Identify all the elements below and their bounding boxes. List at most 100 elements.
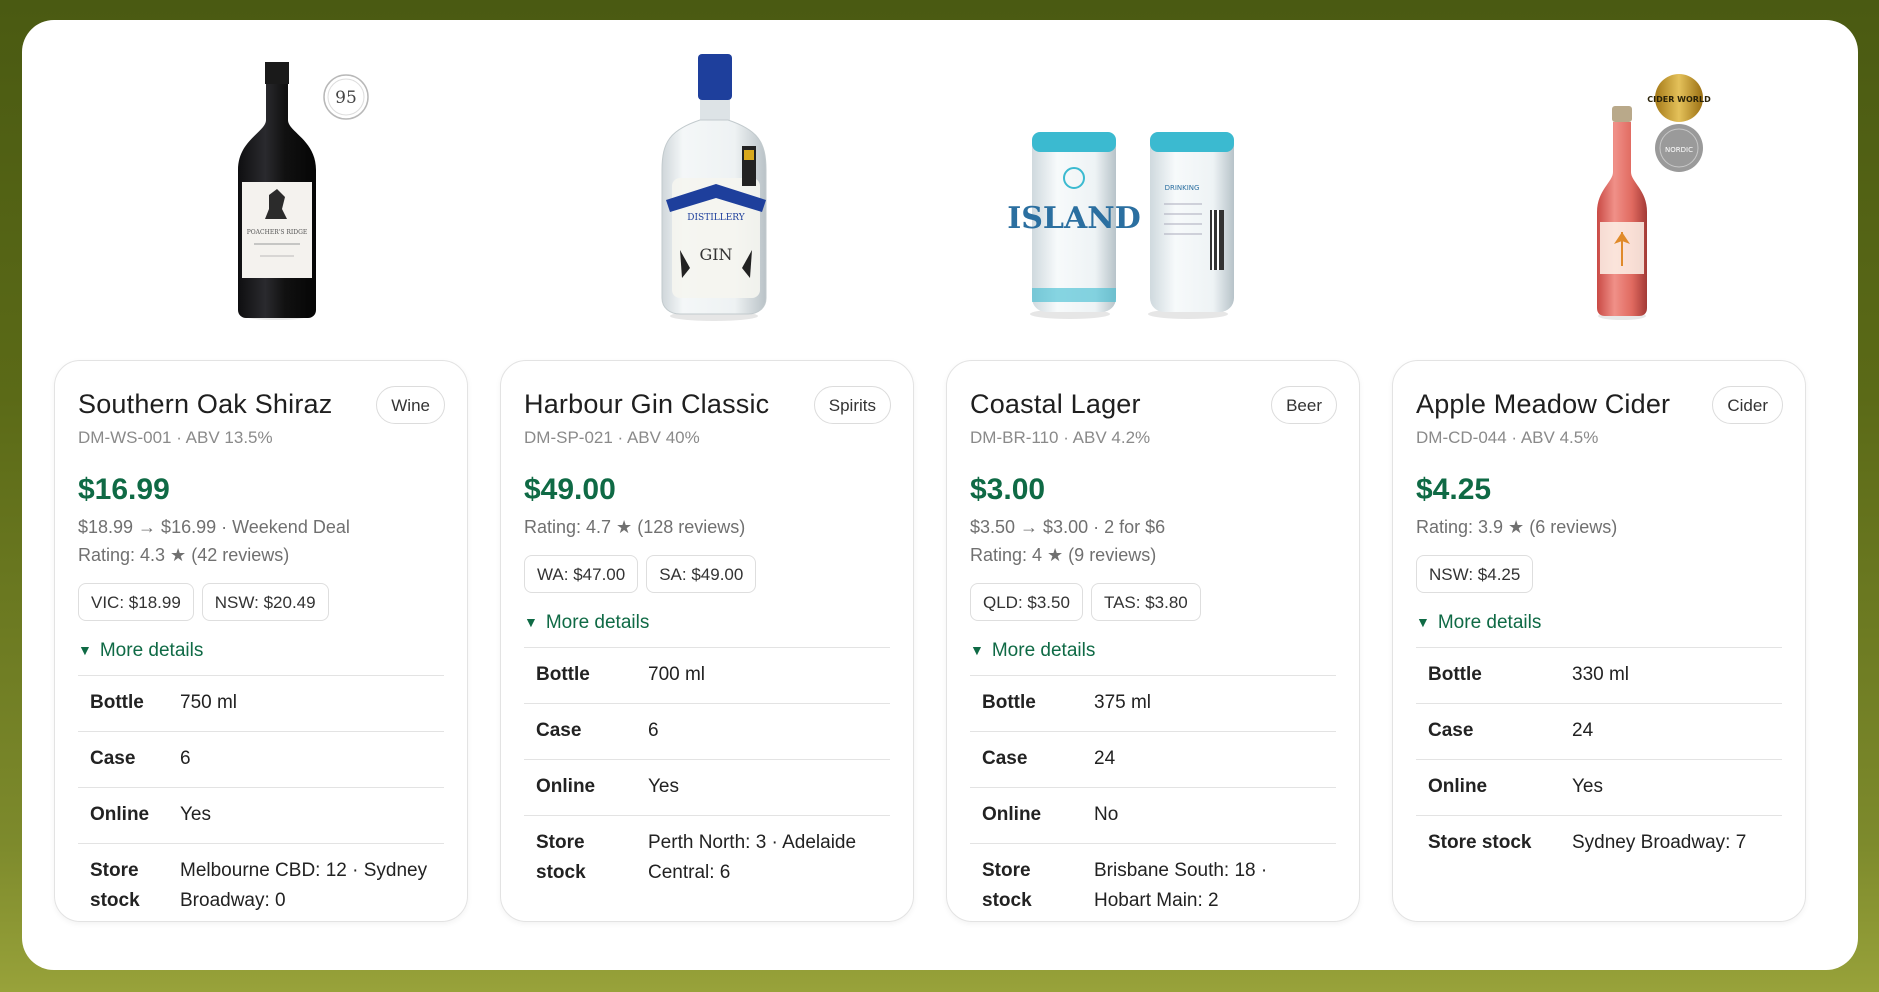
sku-abv: DM-CD-044 · ABV 4.5% bbox=[1416, 428, 1599, 447]
more-details-label: More details bbox=[99, 640, 204, 661]
table-row: Online Yes bbox=[1416, 759, 1782, 816]
spec-key: Bottle bbox=[524, 647, 636, 704]
spec-key: Case bbox=[78, 731, 168, 788]
table-row: Bottle 330 ml bbox=[1416, 647, 1782, 704]
product-image-spirits[interactable]: DISTILLERY GIN bbox=[500, 20, 916, 360]
state-price-chip[interactable]: TAS: $3.80 bbox=[1090, 583, 1201, 621]
triangle-down-icon: ▼ bbox=[524, 614, 538, 630]
spec-value: 6 bbox=[168, 731, 444, 788]
details-table: Bottle 750 ml Case 6 Online Yes Store stock… bbox=[78, 675, 444, 929]
state-price-chip[interactable]: SA: $49.00 bbox=[646, 555, 757, 593]
product-image-cider[interactable]: CIDER WORLD NORDIC bbox=[1392, 20, 1808, 360]
product-card-spirits: Harbour Gin Classic Spirits DM-SP-021 · … bbox=[500, 360, 914, 922]
more-details-toggle[interactable]: ▼ More details bbox=[1416, 612, 1541, 634]
spec-key: Bottle bbox=[78, 675, 168, 732]
spec-key: Online bbox=[78, 787, 168, 844]
spec-value: Melbourne CBD: 12 · Sydney Broadway: 0 bbox=[168, 843, 444, 929]
triangle-down-icon: ▼ bbox=[1416, 614, 1430, 630]
wine-label-text: POACHER'S RIDGE bbox=[247, 229, 308, 236]
triangle-down-icon: ▼ bbox=[970, 642, 984, 658]
product-name: Harbour Gin Classic bbox=[524, 389, 770, 419]
award-badge-silver: NORDIC bbox=[1665, 146, 1693, 154]
spec-key: Case bbox=[524, 703, 636, 760]
spec-value: Perth North: 3 · Adelaide Central: 6 bbox=[636, 815, 890, 901]
spec-key: Case bbox=[1416, 703, 1560, 760]
more-details-label: More details bbox=[1437, 612, 1542, 633]
table-row: Bottle 375 ml bbox=[970, 675, 1336, 732]
table-row: Online Yes bbox=[78, 787, 444, 844]
details-table: Bottle 330 ml Case 24 Online Yes Store stoc… bbox=[1416, 647, 1782, 871]
rating-text: Rating: 4 ★ (9 reviews) bbox=[970, 545, 1157, 565]
product-image-beer[interactable]: ISLAND DRINKING bbox=[946, 20, 1362, 360]
table-row: Case 24 bbox=[970, 731, 1336, 788]
product-card-wine: Southern Oak Shiraz Wine DM-WS-001 · ABV… bbox=[54, 360, 468, 929]
spec-key: Bottle bbox=[970, 675, 1082, 732]
spec-key: Online bbox=[1416, 759, 1560, 816]
spec-value: Yes bbox=[636, 759, 890, 816]
deal-text: $3.50 → $3.00 · 2 for $6 bbox=[970, 517, 1166, 537]
spec-value: 24 bbox=[1082, 731, 1336, 788]
category-tag[interactable]: Beer bbox=[1271, 386, 1337, 424]
more-details-label: More details bbox=[545, 612, 650, 633]
spec-value: Brisbane South: 18 · Hobart Main: 2 bbox=[1082, 843, 1336, 929]
spec-value: 375 ml bbox=[1082, 675, 1336, 732]
price: $3.00 bbox=[970, 473, 1046, 506]
spec-value: 6 bbox=[636, 703, 890, 760]
state-price-chip[interactable]: QLD: $3.50 bbox=[970, 583, 1083, 621]
spec-key: Store stock bbox=[970, 843, 1082, 929]
state-prices: QLD: $3.50 TAS: $3.80 bbox=[970, 583, 1201, 621]
triangle-down-icon: ▼ bbox=[78, 642, 92, 658]
award-badge-gold: CIDER WORLD bbox=[1647, 95, 1711, 104]
state-price-chip[interactable]: VIC: $18.99 bbox=[78, 583, 194, 621]
table-row: Store stock Melbourne CBD: 12 · Sydney Br… bbox=[78, 843, 444, 929]
state-price-chip[interactable]: WA: $47.00 bbox=[524, 555, 639, 593]
category-tag[interactable]: Wine bbox=[376, 386, 445, 424]
table-row: Store stock Sydney Broadway: 7 bbox=[1416, 815, 1782, 871]
more-details-toggle[interactable]: ▼ More details bbox=[78, 640, 203, 662]
category-tag[interactable]: Cider bbox=[1712, 386, 1783, 424]
spec-key: Store stock bbox=[78, 843, 168, 929]
table-row: Online No bbox=[970, 787, 1336, 844]
state-price-chip[interactable]: NSW: $4.25 bbox=[1416, 555, 1534, 593]
product-panel: POACHER'S RIDGE 95 Southern Oak Shiraz W… bbox=[22, 20, 1858, 970]
table-row: Online Yes bbox=[524, 759, 890, 816]
rating-text: Rating: 4.3 ★ (42 reviews) bbox=[78, 545, 290, 565]
spec-value: 24 bbox=[1560, 703, 1782, 760]
spec-key: Case bbox=[970, 731, 1082, 788]
rating-text: Rating: 4.7 ★ (128 reviews) bbox=[524, 517, 746, 537]
more-details-toggle[interactable]: ▼ More details bbox=[970, 640, 1095, 662]
spec-value: Yes bbox=[1560, 759, 1782, 816]
category-tag[interactable]: Spirits bbox=[813, 386, 891, 424]
rating-text: Rating: 3.9 ★ (6 reviews) bbox=[1416, 517, 1618, 537]
price: $16.99 bbox=[78, 473, 170, 506]
spec-key: Store stock bbox=[524, 815, 636, 901]
product-image-wine[interactable]: POACHER'S RIDGE 95 bbox=[54, 20, 470, 360]
price: $49.00 bbox=[524, 473, 616, 506]
spec-value: 700 ml bbox=[636, 647, 890, 704]
product-name: Southern Oak Shiraz bbox=[78, 389, 333, 419]
more-details-toggle[interactable]: ▼ More details bbox=[524, 612, 649, 634]
details-table: Bottle 375 ml Case 24 Online No Store stock… bbox=[970, 675, 1336, 929]
can-label-sub: DRINKING bbox=[1165, 184, 1200, 192]
table-row: Case 6 bbox=[524, 703, 890, 760]
price: $4.25 bbox=[1416, 473, 1492, 506]
product-name: Apple Meadow Cider bbox=[1416, 389, 1671, 419]
spec-key: Online bbox=[970, 787, 1082, 844]
gin-label-sub: DISTILLERY bbox=[687, 213, 746, 223]
spec-key: Online bbox=[524, 759, 636, 816]
product-name: Coastal Lager bbox=[970, 389, 1141, 419]
gin-label-text: GIN bbox=[699, 245, 732, 264]
table-row: Store stock Brisbane South: 18 · Hobart M… bbox=[970, 843, 1336, 929]
table-row: Bottle 700 ml bbox=[524, 647, 890, 704]
spec-value: No bbox=[1082, 787, 1336, 844]
state-prices: WA: $47.00 SA: $49.00 bbox=[524, 555, 757, 593]
state-price-chip[interactable]: NSW: $20.49 bbox=[201, 583, 329, 621]
spec-value: Sydney Broadway: 7 bbox=[1560, 815, 1782, 871]
table-row: Bottle 750 ml bbox=[78, 675, 444, 732]
spec-key: Store stock bbox=[1416, 815, 1560, 871]
state-prices: VIC: $18.99 NSW: $20.49 bbox=[78, 583, 329, 621]
spec-value: 750 ml bbox=[168, 675, 444, 732]
sku-abv: DM-BR-110 · ABV 4.2% bbox=[970, 428, 1151, 447]
spec-value: Yes bbox=[168, 787, 444, 844]
sku-abv: DM-WS-001 · ABV 13.5% bbox=[78, 428, 273, 447]
